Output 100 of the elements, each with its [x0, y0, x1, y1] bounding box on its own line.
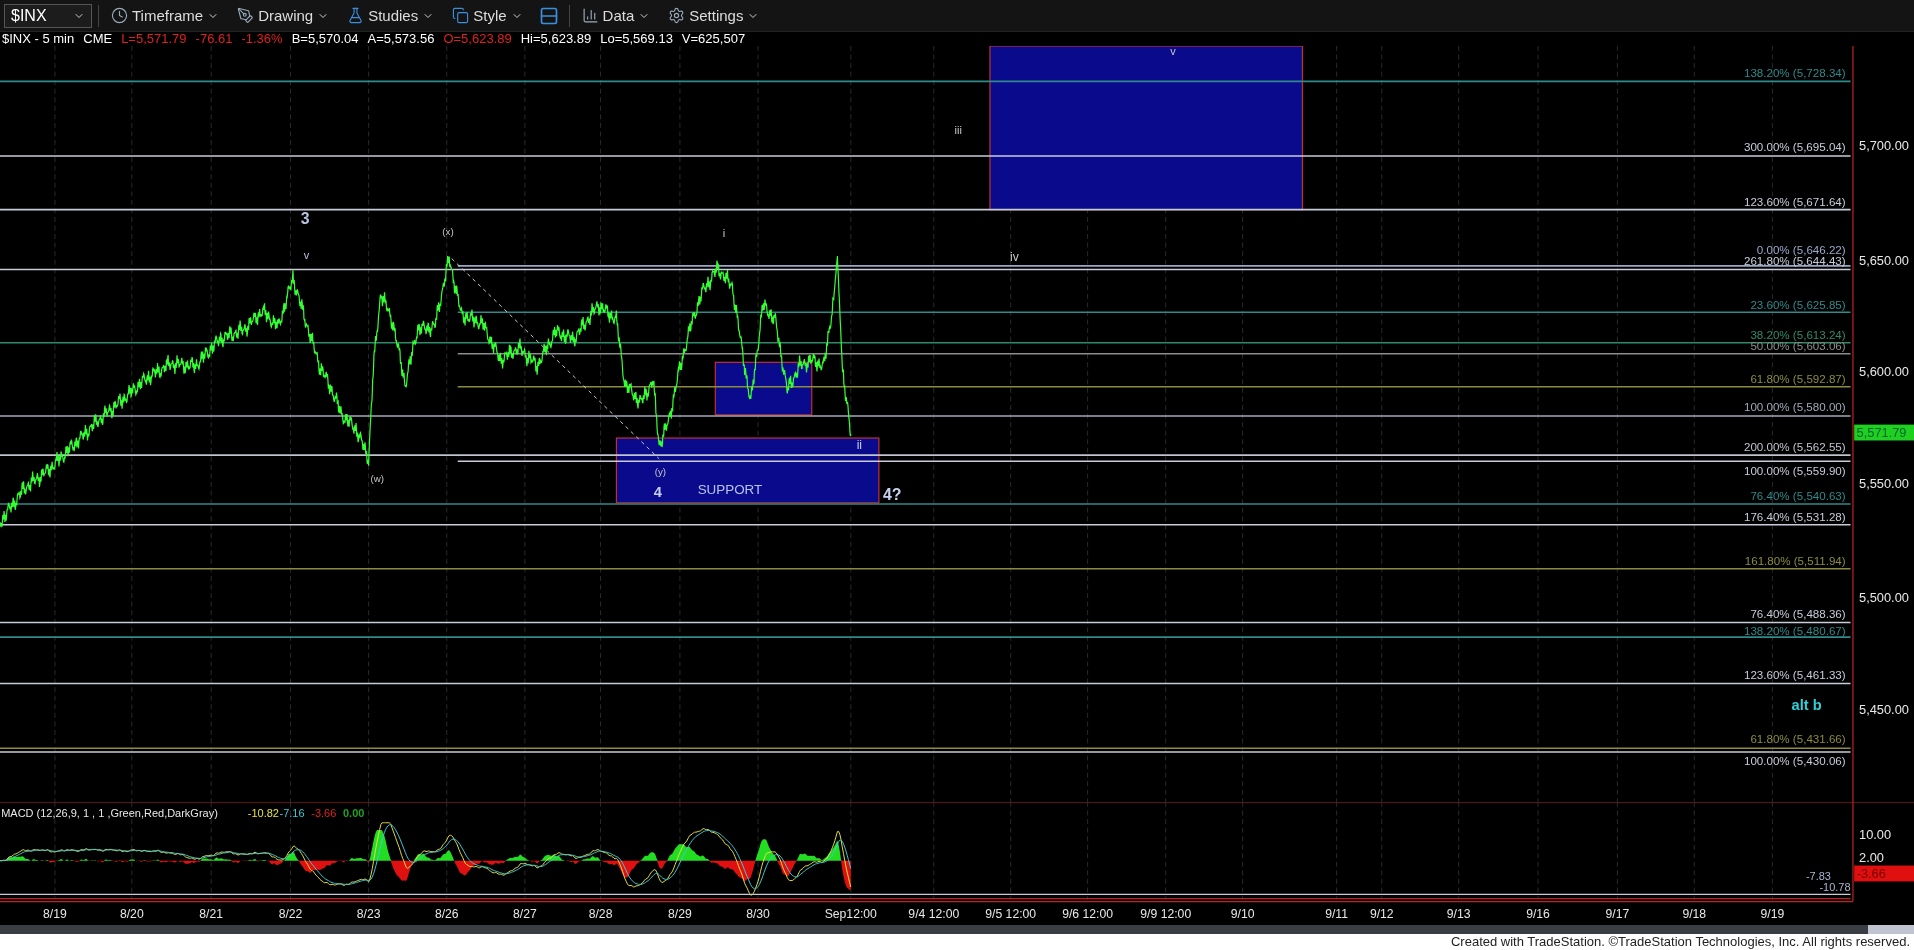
macd-axis-label: 2.00 — [1859, 849, 1884, 865]
date-axis-label: 8/21 — [199, 906, 224, 921]
fib-level-label: 23.60% (5,625.85) — [1750, 298, 1846, 311]
date-axis-label: 8/26 — [434, 906, 459, 921]
quote-value: CME — [83, 32, 113, 46]
date-axis-label: Sep12:00 — [824, 906, 877, 921]
date-axis-label: 9/12 — [1369, 906, 1394, 921]
macd-title: MACD (12,26,9, 1 , 1 ,Green,Red,DarkGray) — [1, 806, 218, 819]
fib-level-label: 100.00% (5,430.06) — [1743, 755, 1846, 768]
date-axis-label: 8/27 — [513, 906, 537, 921]
fib-level-label: 123.60% (5,671.64) — [1743, 196, 1846, 208]
date-axis-label: 8/29 — [668, 906, 692, 921]
wave-label: ii — [856, 438, 863, 453]
date-axis-label: 9/5 12:00 — [985, 906, 1037, 921]
fib-level-label: 100.00% (5,580.00) — [1743, 401, 1846, 414]
price-axis-label: 5,450.00 — [1859, 702, 1909, 718]
price-axis-label: 5,550.00 — [1859, 476, 1909, 492]
fib-level-label: 0.00% (5,646.22) — [1756, 243, 1846, 256]
fib-level-label: 38.20% (5,613.24) — [1750, 329, 1846, 342]
date-axis-label: 8/19 — [43, 906, 67, 921]
macd-line-label: -10.78 — [1819, 881, 1851, 894]
wave-label: 4 — [653, 483, 662, 500]
date-axis-label: 9/9 12:00 — [1140, 906, 1192, 921]
macd-value: -10.82 — [247, 806, 279, 819]
quote-value: Hi=5,623.89 — [520, 32, 592, 46]
wave-label: SUPPORT — [697, 482, 763, 498]
date-axis-label: 8/20 — [119, 906, 144, 921]
fib-level-label: 138.20% (5,728.34) — [1743, 66, 1846, 79]
horizontal-scrollbar[interactable] — [0, 925, 1914, 934]
rows-icon — [538, 5, 559, 26]
bar-chart-icon — [581, 7, 599, 24]
toolbar-menu-button[interactable]: Studies — [341, 2, 441, 29]
macd-axis-label: 10.00 — [1859, 826, 1892, 842]
symbol-dropdown[interactable]: $INX — [4, 3, 92, 28]
style-icon — [452, 7, 470, 24]
price-axis-label: 5,600.00 — [1859, 363, 1909, 379]
fib-level-label: 261.80% (5,644.43) — [1743, 254, 1846, 267]
flask-icon — [347, 7, 365, 24]
macd-value-badge: -3.66 — [1854, 865, 1914, 882]
toolbar-menu-button[interactable]: Drawing — [231, 2, 336, 29]
price-axis-label: 5,700.00 — [1859, 137, 1909, 153]
macd-value: 0.00 — [343, 806, 365, 819]
price-axis-label: 5,500.00 — [1859, 589, 1909, 605]
fib-level-label: 123.60% (5,461.33) — [1743, 668, 1846, 681]
date-axis-label: 9/10 — [1230, 906, 1255, 921]
wave-label: 3 — [300, 210, 310, 228]
price-axis-label: 5,650.00 — [1859, 252, 1909, 268]
wave-label: alt b — [1791, 697, 1822, 714]
wave-label: i — [722, 226, 726, 239]
date-axis-label: 9/19 — [1760, 906, 1785, 921]
quote-value: Lo=5,569.13 — [600, 32, 673, 46]
fib-level-label: 200.00% (5,562.55) — [1743, 441, 1846, 454]
wave-label: iv — [1009, 249, 1019, 264]
fib-level-label: 138.20% (5,480.67) — [1743, 624, 1846, 637]
quote-value: L=5,571.79 — [121, 32, 187, 46]
quote-value: $INX - 5 min — [2, 32, 75, 46]
toolbar-menu-button[interactable]: Style — [446, 2, 529, 29]
fib-level-label: 50.00% (5,603.06) — [1750, 340, 1846, 353]
fib-level-label: 300.00% (5,695.04) — [1743, 141, 1846, 154]
date-axis-label: 9/18 — [1682, 906, 1707, 921]
wave-label: 4? — [883, 486, 902, 504]
macd-line-label: -7.83 — [1805, 870, 1831, 883]
quote-value: B=5,570.04 — [291, 32, 359, 46]
date-axis-label: 9/13 — [1446, 906, 1471, 921]
fib-level-label: 76.40% (5,488.36) — [1750, 607, 1846, 620]
wave-label: v — [303, 248, 310, 261]
date-axis-label: 8/30 — [746, 906, 770, 921]
date-axis-label: 9/16 — [1526, 906, 1550, 921]
fib-level-label: 176.40% (5,531.28) — [1743, 511, 1846, 524]
date-axis-label: 9/6 12:00 — [1062, 906, 1114, 921]
fib-level-label: 61.80% (5,592.87) — [1750, 373, 1846, 386]
date-axis-label: 8/28 — [588, 906, 613, 921]
wave-label: v — [1170, 46, 1176, 57]
fib-level-label: 61.80% (5,431.66) — [1750, 733, 1846, 746]
macd-value: -7.16 — [279, 806, 305, 819]
quote-value: A=5,573.56 — [367, 32, 435, 46]
quote-value: O=5,623.89 — [443, 32, 512, 46]
wave-label: iii — [954, 123, 962, 136]
pen-icon — [237, 7, 255, 24]
fib-level-label: 100.00% (5,559.90) — [1743, 464, 1846, 477]
quote-value: V=625,507 — [681, 32, 746, 46]
toolbar-menu-button[interactable]: Data — [575, 2, 657, 29]
copyright-footer: Created with TradeStation. ©TradeStation Technologies, Inc. All rights reserved. — [0, 934, 1914, 950]
fib-level-label: 161.80% (5,511.94) — [1744, 555, 1846, 568]
settings-icon — [668, 7, 686, 24]
date-axis-label: 8/23 — [356, 906, 381, 921]
scrollbar-thumb[interactable] — [1868, 925, 1914, 934]
quote-value: -76.61 — [195, 32, 233, 46]
date-axis-label: 9/11 — [1325, 906, 1349, 921]
fib-level-label: 76.40% (5,540.63) — [1750, 490, 1846, 503]
macd-value: -3.66 — [311, 806, 337, 819]
wave-label: (w) — [370, 473, 384, 484]
date-axis-label: 8/22 — [278, 906, 303, 921]
toolbar-menu-button[interactable]: Timeframe — [105, 2, 226, 29]
clock-icon — [111, 7, 128, 24]
date-axis-label: 9/17 — [1605, 906, 1630, 921]
toolbar-menu-button[interactable]: Settings — [662, 2, 766, 29]
quote-value: -1.36% — [241, 32, 283, 46]
wave-label: (x) — [442, 226, 454, 238]
date-axis-label: 9/4 12:00 — [908, 906, 960, 921]
